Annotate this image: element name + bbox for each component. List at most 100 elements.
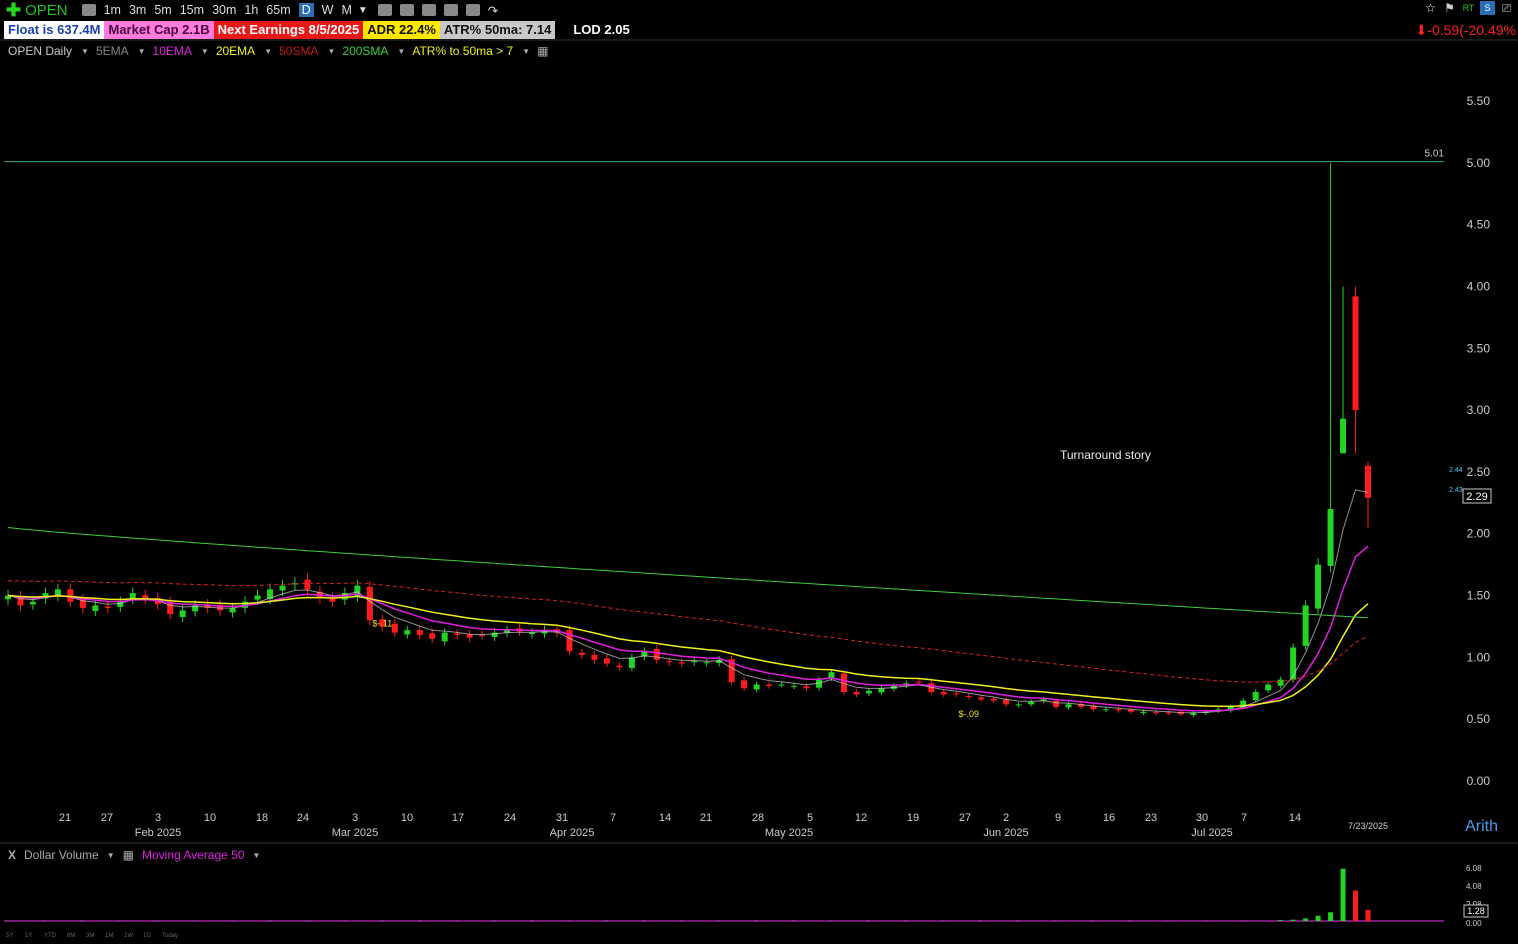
candle-body (1365, 465, 1371, 498)
volume-bar (455, 920, 459, 921)
volume-tick: 4.08 (1466, 882, 1482, 891)
volume-bar (1353, 890, 1359, 921)
last-date-label: 7/23/2025 (1348, 821, 1388, 831)
sma200-line (7, 527, 1369, 619)
price-tag: 2.29 (1466, 491, 1487, 503)
candle-body (691, 661, 698, 663)
volume-bar (1054, 920, 1058, 921)
month-label: Jun 2025 (983, 827, 1028, 839)
candle-body (591, 654, 598, 660)
x-tick-label: 5 (807, 812, 813, 824)
sma50-line (7, 580, 1369, 683)
x-tick-label: 10 (204, 812, 216, 824)
range-button: 6M (67, 933, 75, 939)
arith-label[interactable]: Arith (1465, 818, 1498, 836)
x-tick-label: 31 (556, 812, 568, 824)
volume-bar (1241, 920, 1245, 921)
volume-bar (1340, 868, 1346, 921)
candle-body (1290, 647, 1297, 680)
candle-body (965, 696, 972, 698)
candle-body (479, 635, 486, 637)
ma-tag: 2.44 (1449, 467, 1463, 474)
candle-body (616, 665, 623, 668)
volume-bar (6, 920, 9, 921)
candle-body (940, 691, 947, 695)
x-tick-label: 27 (959, 812, 971, 824)
candle-body (828, 672, 835, 678)
candle-body (179, 610, 186, 618)
candle-body (703, 662, 710, 664)
x-tick-label: 24 (504, 812, 516, 824)
candle-body (1340, 418, 1347, 454)
volume-bar (1303, 918, 1309, 921)
volume-bar (1166, 920, 1170, 921)
candle-body (915, 681, 922, 683)
volume-bar (43, 920, 47, 921)
x-tick-label: 21 (700, 812, 712, 824)
volume-bar (155, 920, 159, 921)
range-button: Today (162, 933, 178, 939)
candle-body (1352, 296, 1359, 411)
candle-body (1265, 684, 1272, 691)
earnings-marker: $-.09 (958, 709, 979, 719)
ema5-line (7, 489, 1369, 714)
price-chart[interactable]: 5.50 5.00 4.50 4.00 3.50 3.00 2.50 2.00 1.50 1.00… (0, 0, 1518, 944)
ma-tag: 2.43 (1449, 487, 1463, 494)
annotation-story: Turnaround story (1060, 448, 1151, 462)
hline-label: 5.01 (1425, 149, 1445, 160)
month-label: Mar 2025 (332, 827, 378, 839)
x-tick-label: 27 (101, 812, 113, 824)
candle-body (1115, 709, 1122, 711)
x-tick-label: 2 (1003, 812, 1009, 824)
candle-body (1152, 712, 1159, 714)
candle-body (279, 585, 286, 591)
volume-bar (118, 920, 122, 921)
candle-body (1140, 711, 1147, 714)
volume-bar (792, 920, 796, 921)
volume-bar (567, 920, 571, 921)
candle-body (578, 652, 585, 655)
y-tick-label: 2.00 (1467, 527, 1491, 541)
volume-study-label[interactable]: Dollar Volume (24, 848, 99, 862)
volume-bar (754, 920, 758, 921)
grid-icon[interactable]: ▦ (123, 848, 134, 862)
y-tick-label: 5.00 (1467, 156, 1491, 170)
candle-body (978, 697, 985, 700)
range-button: 1Y (25, 933, 32, 939)
x-tick-label: 3 (155, 812, 161, 824)
candle-body (391, 623, 398, 633)
candle-body (304, 579, 311, 590)
y-tick-label: 0.00 (1467, 774, 1491, 788)
volume-bar (979, 920, 983, 921)
x-tick-label: 19 (907, 812, 919, 824)
candle-body (104, 606, 111, 608)
x-tick-label: 14 (659, 812, 671, 824)
range-button: 5Y (6, 933, 13, 939)
volume-tick: 0.00 (1466, 919, 1482, 928)
y-tick-label: 1.00 (1467, 650, 1491, 664)
y-tick-label: 2.50 (1467, 465, 1491, 479)
volume-bar (1128, 920, 1132, 921)
candle-body (229, 607, 236, 613)
candle-body (803, 686, 810, 689)
candle-body (1190, 713, 1197, 716)
x-tick-label: 3 (352, 812, 358, 824)
ema20-line (7, 594, 1369, 708)
candle-body (853, 691, 860, 695)
candle-body (1327, 509, 1334, 566)
volume-bar (305, 920, 309, 921)
candle-body (29, 601, 36, 605)
month-label: May 2025 (765, 827, 813, 839)
candle-body (666, 661, 673, 663)
x-tick-label: 16 (1103, 812, 1115, 824)
x-tick-label: 30 (1196, 812, 1208, 824)
close-icon[interactable]: X (8, 848, 16, 862)
x-tick-label: 17 (452, 812, 464, 824)
candle-body (1165, 712, 1172, 714)
volume-bar (417, 920, 421, 921)
candle-body (1315, 564, 1322, 609)
x-tick-label: 10 (401, 812, 413, 824)
volume-ma-label[interactable]: Moving Average 50 (142, 848, 245, 862)
volume-bar (1365, 909, 1371, 921)
candle-body (441, 632, 448, 642)
